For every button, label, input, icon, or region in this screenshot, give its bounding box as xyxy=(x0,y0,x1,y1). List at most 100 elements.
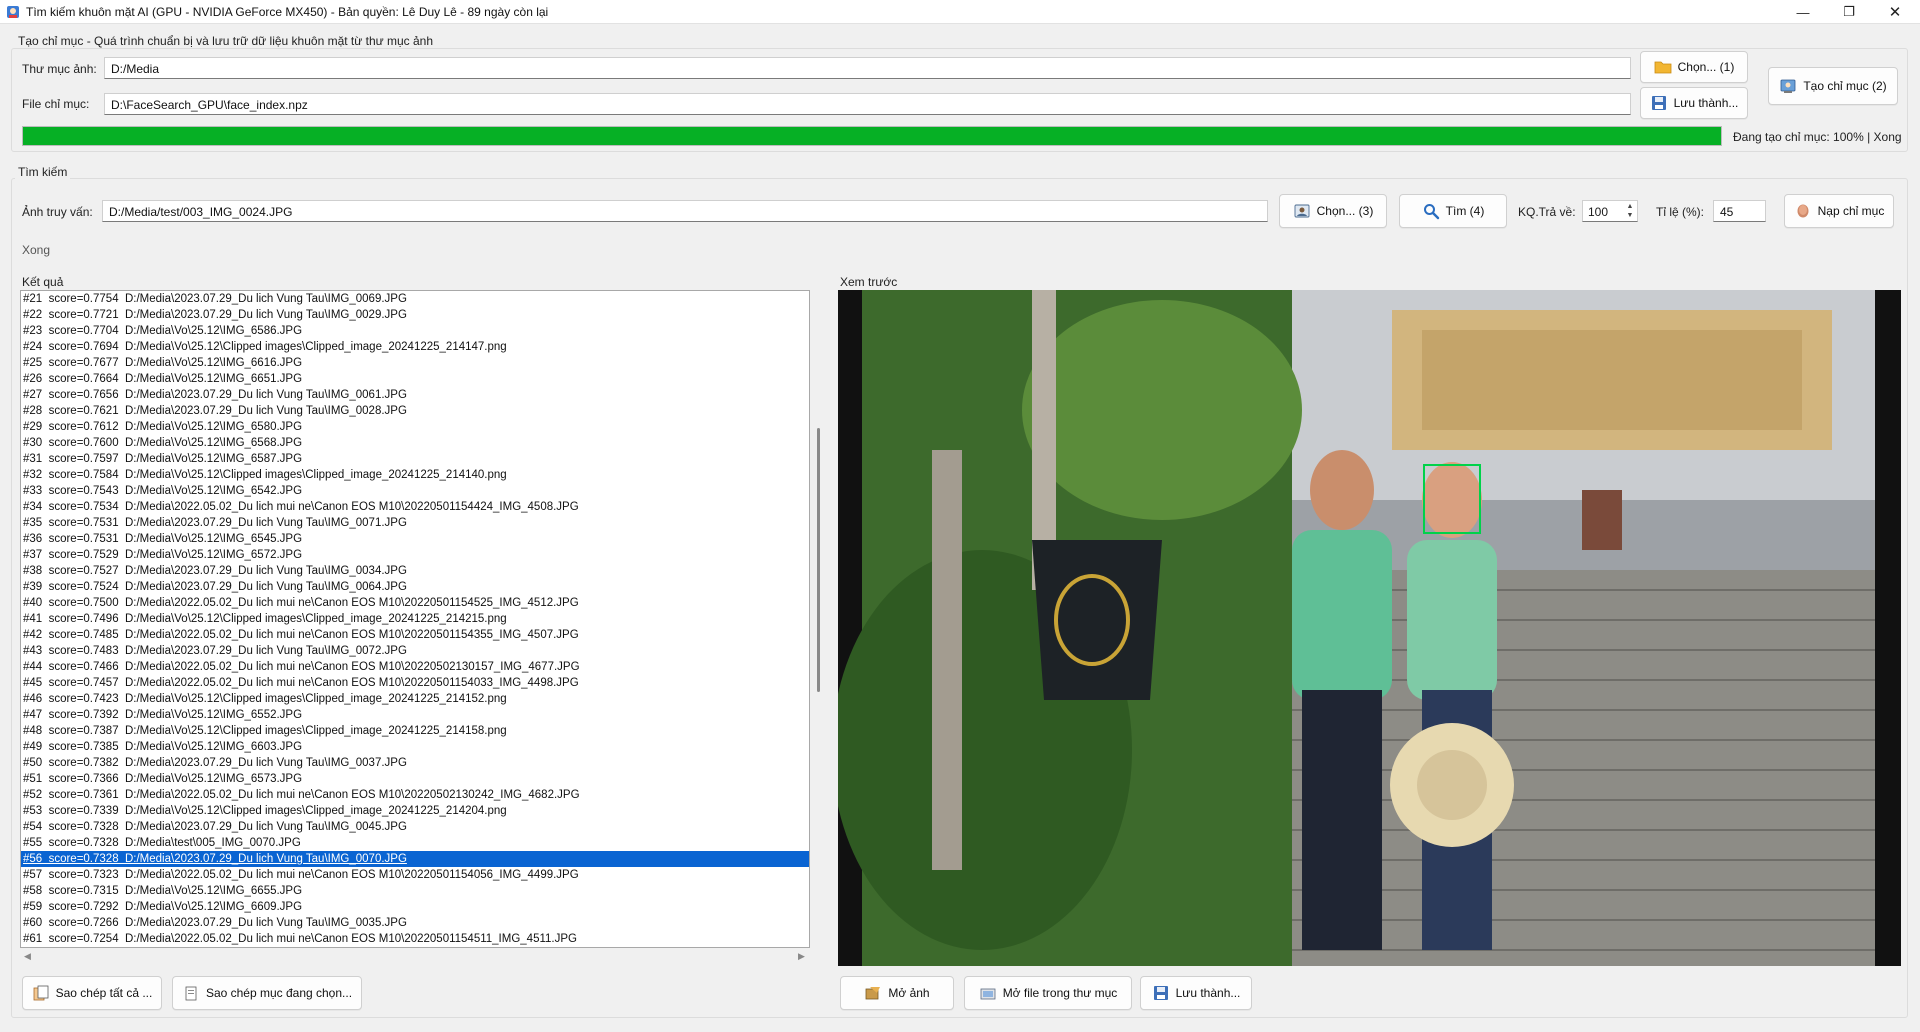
query-image-label: Ảnh truy vấn: xyxy=(22,205,93,219)
result-row[interactable]: #29 score=0.7612 D:/Media\Vo\25.12\IMG_6… xyxy=(21,419,809,435)
copy-selected-label: Sao chép mục đang chọn... xyxy=(205,986,353,1000)
title-bar: Tìm kiếm khuôn mặt AI (GPU - NVIDIA GeFo… xyxy=(0,0,1920,24)
result-row[interactable]: #46 score=0.7423 D:/Media\Vo\25.12\Clipp… xyxy=(21,691,809,707)
ratio-field[interactable]: 45 xyxy=(1713,200,1766,222)
result-row[interactable]: #55 score=0.7328 D:/Media\test\005_IMG_0… xyxy=(21,835,809,851)
face-icon xyxy=(1797,204,1809,218)
index-progress-fill xyxy=(23,127,1721,145)
result-row[interactable]: #36 score=0.7531 D:/Media\Vo\25.12\IMG_6… xyxy=(21,531,809,547)
open-folder-icon xyxy=(980,988,996,1000)
result-row[interactable]: #49 score=0.7385 D:/Media\Vo\25.12\IMG_6… xyxy=(21,739,809,755)
search-icon xyxy=(1423,204,1439,220)
index-file-field[interactable]: D:\FaceSearch_GPU\face_index.npz xyxy=(104,93,1631,115)
result-row[interactable]: #24 score=0.7694 D:/Media\Vo\25.12\Clipp… xyxy=(21,339,809,355)
result-row[interactable]: #27 score=0.7656 D:/Media\2023.07.29_Du … xyxy=(21,387,809,403)
preview-photo xyxy=(838,290,1901,966)
result-row[interactable]: #39 score=0.7524 D:/Media\2023.07.29_Du … xyxy=(21,579,809,595)
minimize-button[interactable]: — xyxy=(1780,0,1826,24)
preview-label: Xem trước xyxy=(840,275,898,289)
top-k-label: KQ.Trả về: xyxy=(1518,205,1576,219)
preview-panel xyxy=(838,290,1901,966)
save-preview-button[interactable]: Lưu thành... xyxy=(1140,976,1252,1010)
create-index-button[interactable]: Tạo chỉ mục (2) xyxy=(1768,67,1898,105)
result-row[interactable]: #23 score=0.7704 D:/Media\Vo\25.12\IMG_6… xyxy=(21,323,809,339)
image-folder-label: Thư mục ảnh: xyxy=(22,62,97,76)
top-k-stepper[interactable]: ▲ ▼ xyxy=(1624,202,1636,220)
result-row[interactable]: #22 score=0.7721 D:/Media\2023.07.29_Du … xyxy=(21,307,809,323)
index-group-title: Tạo chỉ mục - Quá trình chuẩn bị và lưu … xyxy=(15,34,437,48)
load-index-label: Nạp chỉ mục xyxy=(1817,204,1885,218)
choose-query-label: Chọn... (3) xyxy=(1316,204,1374,218)
create-index-label: Tạo chỉ mục (2) xyxy=(1803,79,1887,93)
save-preview-label: Lưu thành... xyxy=(1175,986,1241,1000)
result-row[interactable]: #57 score=0.7323 D:/Media\2022.05.02_Du … xyxy=(21,867,809,883)
result-row[interactable]: #44 score=0.7466 D:/Media\2022.05.02_Du … xyxy=(21,659,809,675)
result-row[interactable]: #61 score=0.7254 D:/Media\2022.05.02_Du … xyxy=(21,931,809,947)
result-row[interactable]: #54 score=0.7328 D:/Media\2023.07.29_Du … xyxy=(21,819,809,835)
load-index-button[interactable]: Nạp chỉ mục xyxy=(1784,194,1894,228)
result-row[interactable]: #48 score=0.7387 D:/Media\Vo\25.12\Clipp… xyxy=(21,723,809,739)
result-row[interactable]: #43 score=0.7483 D:/Media\2023.07.29_Du … xyxy=(21,643,809,659)
open-in-folder-button[interactable]: Mở file trong thư mục xyxy=(964,976,1132,1010)
copy-all-button[interactable]: Sao chép tất cả ... xyxy=(22,976,162,1010)
result-row[interactable]: #40 score=0.7500 D:/Media\2022.05.02_Du … xyxy=(21,595,809,611)
save-icon xyxy=(1651,96,1666,110)
results-vertical-scrollbar[interactable] xyxy=(817,428,820,692)
result-row[interactable]: #28 score=0.7621 D:/Media\2023.07.29_Du … xyxy=(21,403,809,419)
result-row[interactable]: #47 score=0.7392 D:/Media\Vo\25.12\IMG_6… xyxy=(21,707,809,723)
choose-folder-button[interactable]: Chọn... (1) xyxy=(1640,51,1748,83)
search-status: Xong xyxy=(22,243,51,257)
result-row[interactable]: #59 score=0.7292 D:/Media\Vo\25.12\IMG_6… xyxy=(21,899,809,915)
choose-query-button[interactable]: Chọn... (3) xyxy=(1279,194,1387,228)
results-list[interactable]: #21 score=0.7754 D:/Media\2023.07.29_Du … xyxy=(20,290,810,948)
query-image-field[interactable]: D:/Media/test/003_IMG_0024.JPG xyxy=(102,200,1268,222)
scroll-left-arrow[interactable]: ◀ xyxy=(24,951,31,962)
scroll-right-arrow[interactable]: ▶ xyxy=(798,951,805,962)
result-row[interactable]: #41 score=0.7496 D:/Media\Vo\25.12\Clipp… xyxy=(21,611,809,627)
result-row[interactable]: #38 score=0.7527 D:/Media\2023.07.29_Du … xyxy=(21,563,809,579)
result-row[interactable]: #50 score=0.7382 D:/Media\2023.07.29_Du … xyxy=(21,755,809,771)
copy-all-label: Sao chép tất cả ... xyxy=(55,986,153,1000)
folder-icon xyxy=(1654,61,1672,74)
result-row[interactable]: #21 score=0.7754 D:/Media\2023.07.29_Du … xyxy=(21,291,809,307)
save-index-label: Lưu thành... xyxy=(1673,96,1739,110)
results-rows: #21 score=0.7754 D:/Media\2023.07.29_Du … xyxy=(21,291,809,947)
result-row[interactable]: #60 score=0.7266 D:/Media\2023.07.29_Du … xyxy=(21,915,809,931)
image-folder-field[interactable]: D:/Media xyxy=(104,57,1631,79)
results-label: Kết quả xyxy=(22,275,64,289)
result-row[interactable]: #31 score=0.7597 D:/Media\Vo\25.12\IMG_6… xyxy=(21,451,809,467)
result-row[interactable]: #45 score=0.7457 D:/Media\2022.05.02_Du … xyxy=(21,675,809,691)
window-title: Tìm kiếm khuôn mặt AI (GPU - NVIDIA GeFo… xyxy=(26,5,549,19)
result-row[interactable]: #26 score=0.7664 D:/Media\Vo\25.12\IMG_6… xyxy=(21,371,809,387)
copy-icon xyxy=(33,985,49,1001)
result-row[interactable]: #58 score=0.7315 D:/Media\Vo\25.12\IMG_6… xyxy=(21,883,809,899)
open-image-label: Mở ảnh xyxy=(888,986,930,1000)
search-group-title: Tìm kiếm xyxy=(15,165,71,179)
search-button[interactable]: Tìm (4) xyxy=(1399,194,1507,228)
result-row[interactable]: #34 score=0.7534 D:/Media\2022.05.02_Du … xyxy=(21,499,809,515)
result-row[interactable]: #33 score=0.7543 D:/Media\Vo\25.12\IMG_6… xyxy=(21,483,809,499)
copy-selected-icon xyxy=(185,986,197,1001)
open-image-icon xyxy=(865,987,881,1000)
result-row[interactable]: #52 score=0.7361 D:/Media\2022.05.02_Du … xyxy=(21,787,809,803)
index-progress-status: Đang tạo chỉ mục: 100% | Xong xyxy=(1733,130,1902,144)
result-row[interactable]: #42 score=0.7485 D:/Media\2022.05.02_Du … xyxy=(21,627,809,643)
result-row[interactable]: #35 score=0.7531 D:/Media\2023.07.29_Du … xyxy=(21,515,809,531)
copy-selected-button[interactable]: Sao chép mục đang chọn... xyxy=(172,976,362,1010)
maximize-button[interactable]: ❐ xyxy=(1826,0,1872,24)
result-row[interactable]: #32 score=0.7584 D:/Media\Vo\25.12\Clipp… xyxy=(21,467,809,483)
result-row[interactable]: #53 score=0.7339 D:/Media\Vo\25.12\Clipp… xyxy=(21,803,809,819)
save-index-button[interactable]: Lưu thành... xyxy=(1640,87,1748,119)
top-k-spinbox[interactable]: 100 ▲ ▼ xyxy=(1582,200,1638,222)
open-image-button[interactable]: Mở ảnh xyxy=(840,976,954,1010)
close-button[interactable]: ✕ xyxy=(1872,0,1918,24)
index-progress-bar xyxy=(22,126,1722,146)
search-label: Tìm (4) xyxy=(1445,204,1485,218)
result-row[interactable]: #56 score=0.7328 D:/Media\2023.07.29_Du … xyxy=(21,851,809,867)
result-row[interactable]: #30 score=0.7600 D:/Media\Vo\25.12\IMG_6… xyxy=(21,435,809,451)
top-k-value: 100 xyxy=(1588,205,1609,219)
image-icon xyxy=(1294,204,1310,218)
result-row[interactable]: #25 score=0.7677 D:/Media\Vo\25.12\IMG_6… xyxy=(21,355,809,371)
result-row[interactable]: #51 score=0.7366 D:/Media\Vo\25.12\IMG_6… xyxy=(21,771,809,787)
result-row[interactable]: #37 score=0.7529 D:/Media\Vo\25.12\IMG_6… xyxy=(21,547,809,563)
